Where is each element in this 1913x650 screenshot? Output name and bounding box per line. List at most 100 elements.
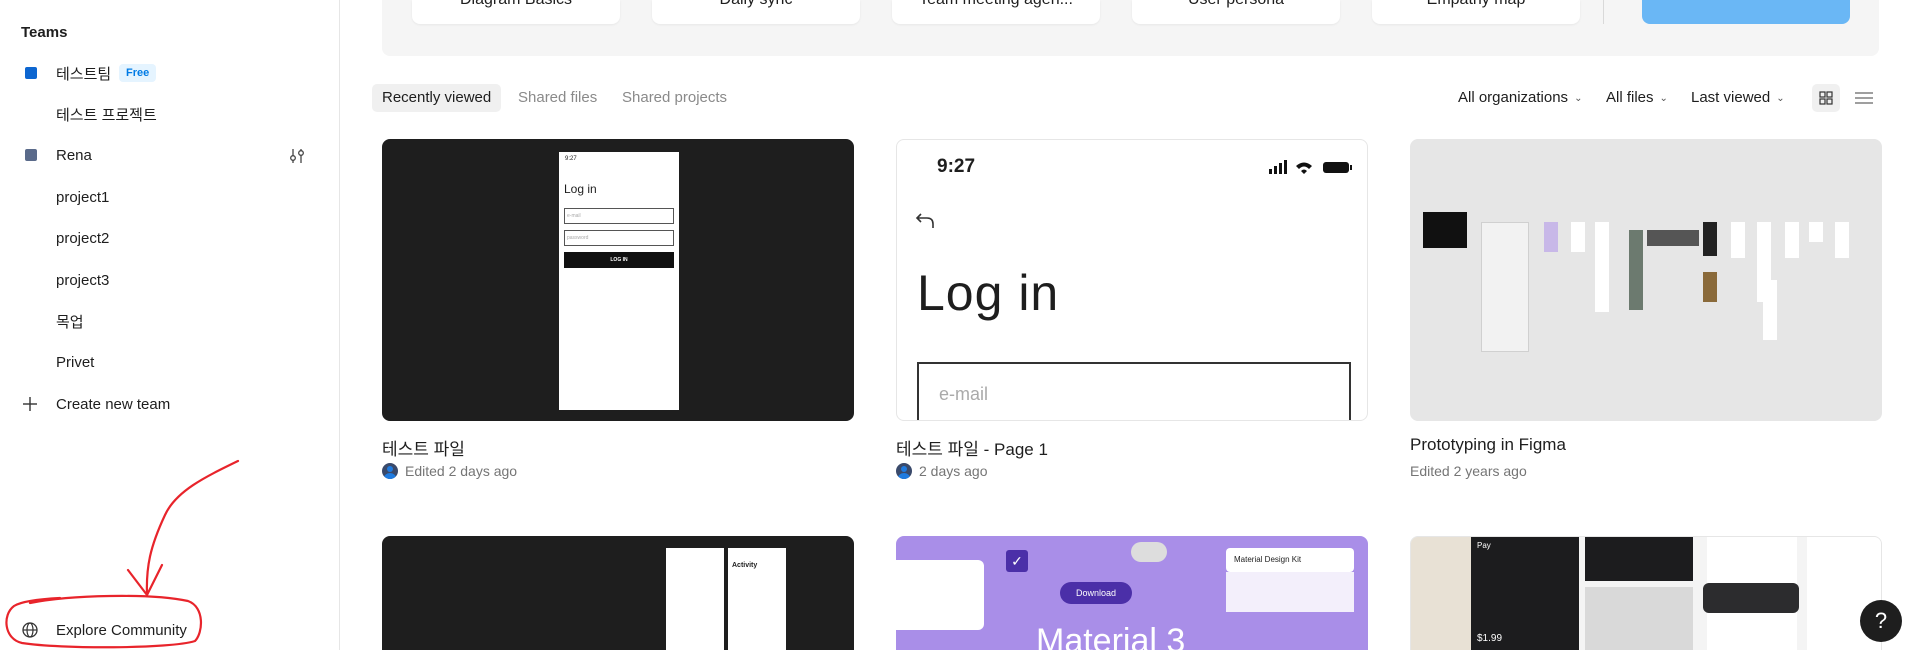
phone-mockup: Activity bbox=[728, 548, 786, 650]
globe-icon bbox=[22, 622, 38, 638]
sidebar-item-privet[interactable]: Privet bbox=[0, 342, 339, 382]
sidebar: Teams 테스트팀 Free 테스트 프로젝트 Rena project1 p… bbox=[0, 0, 340, 650]
price-label: $1.99 bbox=[1477, 633, 1503, 644]
file-name: 테스트 파일 bbox=[382, 440, 465, 459]
thumbnail-frame bbox=[1703, 272, 1717, 302]
password-field: password bbox=[564, 230, 674, 246]
sidebar-item-label: project1 bbox=[56, 188, 110, 206]
templates-strip: Diagram Basics Daily sync Team meeting a… bbox=[382, 0, 1879, 56]
sidebar-item-label: project2 bbox=[56, 229, 110, 247]
file-thumbnail: Pay $1.99 bbox=[1410, 536, 1882, 650]
thumbnail-panel bbox=[1585, 537, 1693, 581]
email-field: e-mail bbox=[917, 362, 1351, 420]
sidebar-item-label: 목업 bbox=[56, 313, 84, 331]
status-bar-icons bbox=[1269, 160, 1352, 174]
file-thumbnail: 9:27 Log in e-mail bbox=[896, 139, 1368, 421]
template-card[interactable]: Team meeting agen... bbox=[892, 0, 1100, 24]
team-color-icon bbox=[25, 67, 37, 79]
file-name: 테스트 파일 - Page 1 bbox=[896, 440, 1048, 459]
avatar bbox=[896, 463, 912, 479]
help-button[interactable]: ? bbox=[1860, 600, 1902, 642]
tab-shared-files[interactable]: Shared files bbox=[508, 84, 607, 112]
template-label: Diagram Basics bbox=[412, 0, 620, 9]
status-time: 9:27 bbox=[937, 156, 976, 177]
file-thumbnail bbox=[1410, 139, 1882, 421]
media-player bbox=[1703, 583, 1799, 613]
sidebar-item-test-project[interactable]: 테스트 프로젝트 bbox=[0, 94, 339, 134]
sidebar-item-label: 테스트 프로젝트 bbox=[56, 106, 157, 124]
figma-file-browser: Teams 테스트팀 Free 테스트 프로젝트 Rena project1 p… bbox=[0, 0, 1913, 650]
status-time: 9:27 bbox=[565, 156, 577, 162]
thumbnail-frame bbox=[1571, 222, 1585, 252]
filter-label: All organizations bbox=[1458, 89, 1569, 106]
thumbnail-frame bbox=[1629, 230, 1643, 310]
thumbnail-panel bbox=[1585, 587, 1693, 650]
thumbnail-panel bbox=[896, 560, 984, 630]
sidebar-item-project3[interactable]: project3 bbox=[0, 260, 339, 300]
divider bbox=[1603, 0, 1604, 24]
tab-shared-projects[interactable]: Shared projects bbox=[612, 84, 737, 112]
thumbnail-frame bbox=[1647, 230, 1699, 246]
template-card[interactable]: User persona bbox=[1132, 0, 1340, 24]
thumbnail-panel bbox=[1411, 537, 1471, 650]
sidebar-item-rena[interactable]: Rena bbox=[0, 135, 339, 175]
tab-recently-viewed[interactable]: Recently viewed bbox=[372, 84, 502, 112]
back-arrow-icon bbox=[915, 213, 934, 228]
template-label: Daily sync bbox=[652, 0, 860, 9]
sidebar-item-label: Privet bbox=[56, 353, 95, 371]
phone-mockup bbox=[666, 548, 724, 650]
thumbnail-frame bbox=[1544, 222, 1558, 252]
template-label: Empathy map bbox=[1372, 0, 1580, 9]
file-name: Prototyping in Figma bbox=[1410, 435, 1566, 454]
filter-label: Last viewed bbox=[1691, 89, 1771, 106]
create-new-team-button[interactable]: Create new team bbox=[0, 384, 339, 424]
thumbnail-frame bbox=[1703, 222, 1717, 256]
sidebar-item-label: project3 bbox=[56, 271, 110, 289]
explore-community-link[interactable]: Explore Community bbox=[0, 610, 339, 650]
file-meta: Edited 2 days ago bbox=[382, 463, 517, 479]
login-title: Log in bbox=[917, 265, 1060, 321]
toggle-icon bbox=[1131, 542, 1167, 562]
template-card[interactable]: Diagram Basics bbox=[412, 0, 620, 24]
list-view-button[interactable] bbox=[1850, 84, 1878, 112]
filter-label: All files bbox=[1606, 89, 1654, 106]
sidebar-item-label: Rena bbox=[56, 146, 92, 164]
file-edited-time: 2 days ago bbox=[919, 463, 988, 479]
activity-title: Activity bbox=[732, 562, 758, 569]
thumbnail-frame bbox=[1595, 222, 1609, 312]
checkbox-icon: ✓ bbox=[1006, 550, 1028, 572]
chevron-down-icon: ⌄ bbox=[1574, 93, 1583, 104]
file-edited-time: Edited 2 days ago bbox=[405, 463, 518, 479]
chevron-down-icon: ⌄ bbox=[1776, 93, 1785, 104]
organizations-filter[interactable]: All organizations ⌄ bbox=[1458, 84, 1582, 112]
sidebar-item-label: Explore Community bbox=[56, 621, 187, 639]
template-card[interactable]: Daily sync bbox=[652, 0, 860, 24]
grid-view-button[interactable] bbox=[1812, 84, 1840, 112]
thumbnail-frame bbox=[1481, 222, 1529, 352]
thumbnail-frame bbox=[1785, 222, 1799, 258]
sort-filter[interactable]: Last viewed ⌄ bbox=[1691, 84, 1785, 112]
sidebar-item-label: Create new team bbox=[56, 395, 171, 413]
sidebar-item-project2[interactable]: project2 bbox=[0, 218, 339, 258]
email-field: e-mail bbox=[564, 208, 674, 224]
login-title: Log in bbox=[564, 182, 597, 196]
files-filter[interactable]: All files ⌄ bbox=[1606, 84, 1668, 112]
thumbnail-frame bbox=[1731, 222, 1745, 258]
material-title: Material 3 bbox=[1036, 622, 1186, 650]
template-card-blue[interactable] bbox=[1642, 0, 1850, 24]
file-edited-time: Edited 2 years ago bbox=[1410, 463, 1527, 479]
settings-sliders-icon[interactable] bbox=[288, 147, 306, 165]
team-color-icon bbox=[25, 149, 37, 161]
template-card[interactable]: Empathy map bbox=[1372, 0, 1580, 24]
sidebar-item-project1[interactable]: project1 bbox=[0, 177, 339, 217]
sidebar-item-mockup[interactable]: 목업 bbox=[0, 301, 339, 341]
free-badge: Free bbox=[119, 64, 157, 82]
file-meta: Edited 2 years ago bbox=[1410, 463, 1527, 479]
sidebar-item-team-test[interactable]: 테스트팀 Free bbox=[0, 53, 339, 93]
thumbnail-frame bbox=[1809, 222, 1823, 242]
thumbnail-frame bbox=[1835, 222, 1849, 258]
file-thumbnail: 9:27 Log in e-mail password LOG IN bbox=[382, 139, 854, 421]
plus-icon bbox=[23, 397, 37, 411]
pay-label: Pay bbox=[1477, 541, 1491, 550]
avatar bbox=[382, 463, 398, 479]
